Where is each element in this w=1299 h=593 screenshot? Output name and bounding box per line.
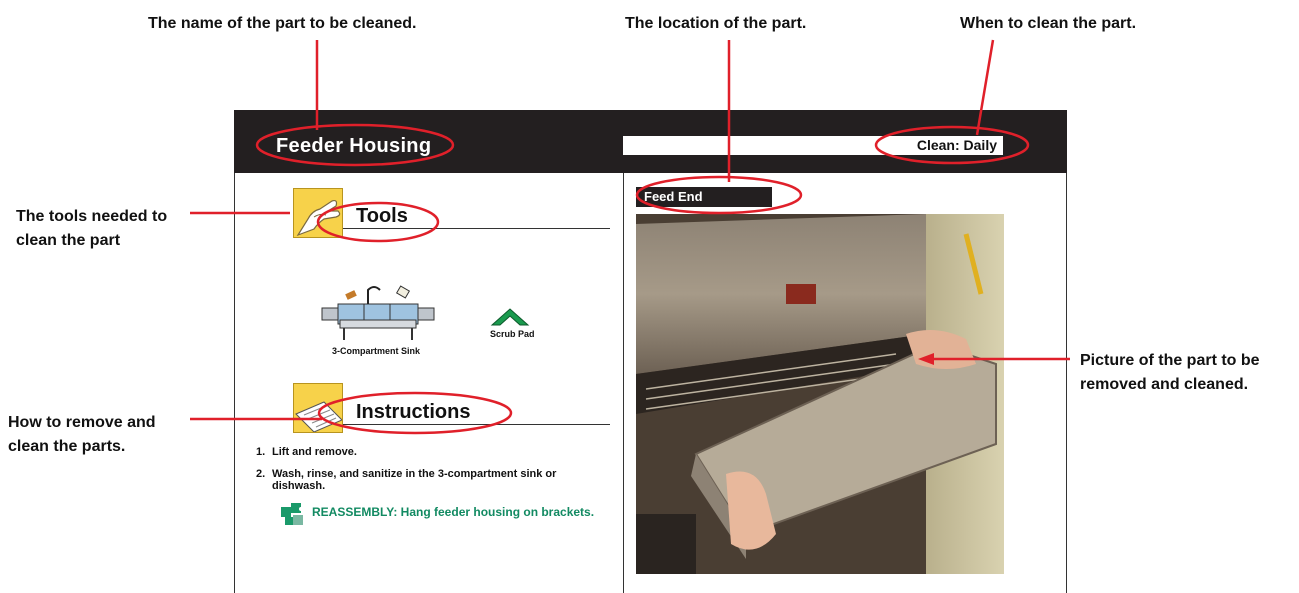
callout-location: The location of the part. <box>625 15 807 32</box>
column-divider <box>623 173 624 593</box>
callout-when: When to clean the part. <box>960 15 1137 32</box>
tools-rule <box>343 228 610 229</box>
step-number: 1. <box>256 446 266 458</box>
step-text: Wash, rinse, and sanitize in the 3-compa… <box>272 468 557 492</box>
callout-picture-line2: removed and cleaned. <box>1080 376 1249 393</box>
callout-part-name: The name of the part to be cleaned. <box>148 15 417 32</box>
card-left-border <box>234 173 235 593</box>
step-number: 2. <box>256 468 266 480</box>
instructions-rule <box>343 424 610 425</box>
tool-label-sink: 3-Compartment Sink <box>332 346 421 356</box>
part-photo <box>636 214 1004 574</box>
callout-how-line1: How to remove and <box>8 414 156 431</box>
part-title: Feeder Housing <box>276 135 432 157</box>
tool-label-scrub-pad: Scrub Pad <box>490 329 535 339</box>
sink-icon <box>318 282 438 342</box>
callout-tools-line1: The tools needed to <box>16 208 168 225</box>
puzzle-icon <box>279 501 309 527</box>
tools-heading: Tools <box>356 205 408 227</box>
reassembly-note: REASSEMBLY: Hang feeder housing on brack… <box>312 505 595 519</box>
callout-tools-line2: clean the part <box>16 232 121 249</box>
clean-frequency: Clean: Daily <box>916 137 997 153</box>
callout-picture-line1: Picture of the part to be <box>1080 352 1260 369</box>
card-header: Feeder Housing Clean: Daily <box>234 110 1067 173</box>
step-text: Lift and remove. <box>272 446 357 458</box>
callout-how-line2: clean the parts. <box>8 438 126 455</box>
card-right-border <box>1066 173 1067 593</box>
scrub-pad-icon <box>490 305 530 327</box>
instructions-heading: Instructions <box>356 401 471 423</box>
instructions-hand-icon <box>293 383 343 433</box>
tools-hand-icon <box>293 188 343 238</box>
location-label: Feed End <box>636 187 772 207</box>
